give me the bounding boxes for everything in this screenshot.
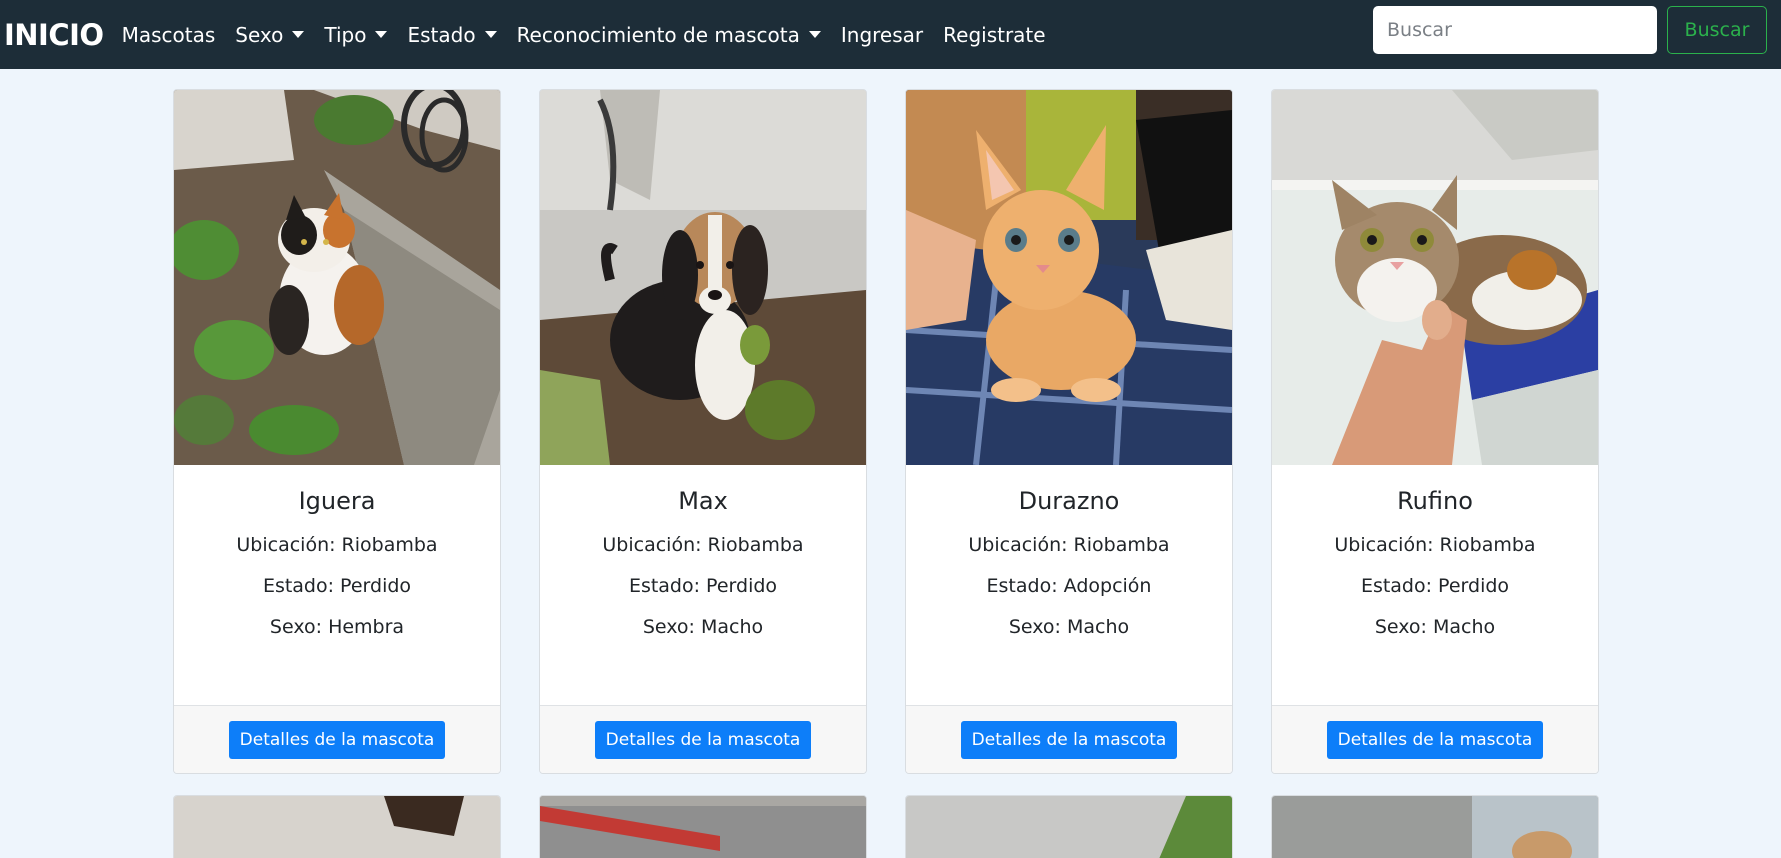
navbar: INICIO Mascotas Sexo Tipo Estado Reconoc… [0, 0, 1781, 69]
pet-status: Estado: Perdido [1360, 575, 1510, 597]
pet-details-button[interactable]: Detalles de la mascota [228, 720, 446, 759]
search-input[interactable] [1373, 6, 1657, 54]
nav-menu: Mascotas Sexo Tipo Estado Reconocimiento… [122, 23, 1066, 47]
pet-card: Max Ubicación: Riobamba Estado: Perdido … [539, 89, 867, 774]
nav-link-label: Mascotas [121, 22, 216, 47]
pet-photo-tabby-cat [1272, 90, 1598, 465]
pet-location: Ubicación: Riobamba [236, 534, 438, 556]
nav-dropdown-sexo[interactable]: Sexo [235, 22, 305, 47]
pet-location: Ubicación: Riobamba [602, 534, 804, 556]
pet-photo-partial [1272, 796, 1598, 858]
pet-photo-calico-cat [174, 90, 500, 465]
pet-details-button[interactable]: Detalles de la mascota [960, 720, 1178, 759]
caret-down-icon [292, 31, 305, 38]
pet-card: Durazno Ubicación: Riobamba Estado: Adop… [905, 89, 1233, 774]
pet-details-button[interactable]: Detalles de la mascota [594, 720, 812, 759]
pet-status: Estado: Perdido [628, 575, 778, 597]
nav-link-label: Registrate [943, 22, 1046, 47]
pet-card-partial [539, 795, 867, 858]
card-footer: Detalles de la mascota [1272, 705, 1598, 773]
pet-photo-partial [540, 796, 866, 858]
pet-photo-partial [906, 796, 1232, 858]
pet-name: Durazno [1018, 487, 1120, 515]
pet-name: Rufino [1397, 487, 1473, 515]
brand-link[interactable]: INICIO [4, 18, 104, 52]
nav-dropdown-reconocimiento[interactable]: Reconocimiento de mascota [517, 23, 821, 47]
pet-card-partial [1271, 795, 1599, 858]
nav-link-label: Sexo [235, 22, 284, 47]
pet-card-partial [173, 795, 501, 858]
pet-sex: Sexo: Macho [1008, 616, 1130, 638]
pet-location: Ubicación: Riobamba [968, 534, 1170, 556]
caret-down-icon [375, 31, 388, 38]
nav-link-label: Reconocimiento de mascota [516, 22, 800, 47]
pet-photo-orange-kitten [906, 90, 1232, 465]
pet-sex: Sexo: Hembra [269, 616, 405, 638]
card-footer: Detalles de la mascota [540, 705, 866, 773]
pet-card: Iguera Ubicación: Riobamba Estado: Perdi… [173, 89, 501, 774]
pet-photo-beagle-puppy [540, 90, 866, 465]
nav-link-label: Ingresar [840, 22, 924, 47]
pet-card-partial [905, 795, 1233, 858]
pet-photo-partial [174, 796, 500, 858]
nav-link-label: Tipo [324, 22, 367, 47]
nav-link-label: Estado [407, 22, 476, 47]
card-body: Iguera Ubicación: Riobamba Estado: Perdi… [174, 465, 500, 638]
caret-down-icon [808, 31, 821, 38]
pet-name: Iguera [298, 487, 376, 515]
pet-details-button[interactable]: Detalles de la mascota [1326, 720, 1544, 759]
nav-link-registrate[interactable]: Registrate [943, 23, 1045, 47]
nav-dropdown-tipo[interactable]: Tipo [324, 22, 388, 47]
card-footer: Detalles de la mascota [174, 705, 500, 773]
card-body: Rufino Ubicación: Riobamba Estado: Perdi… [1272, 465, 1598, 638]
pet-name: Max [678, 487, 728, 515]
caret-down-icon [484, 31, 497, 38]
pet-status: Estado: Adopción [986, 575, 1152, 597]
card-footer: Detalles de la mascota [906, 705, 1232, 773]
pet-card: Rufino Ubicación: Riobamba Estado: Perdi… [1271, 89, 1599, 774]
pet-location: Ubicación: Riobamba [1334, 534, 1536, 556]
nav-link-mascotas[interactable]: Mascotas [122, 23, 216, 47]
pet-sex: Sexo: Macho [1374, 616, 1496, 638]
nav-link-ingresar[interactable]: Ingresar [841, 23, 923, 47]
pet-sex: Sexo: Macho [642, 616, 764, 638]
pet-status: Estado: Perdido [262, 575, 412, 597]
card-body: Durazno Ubicación: Riobamba Estado: Adop… [906, 465, 1232, 638]
nav-dropdown-estado[interactable]: Estado [407, 22, 497, 47]
card-body: Max Ubicación: Riobamba Estado: Perdido … [540, 465, 866, 638]
search-button[interactable]: Buscar [1667, 6, 1767, 54]
